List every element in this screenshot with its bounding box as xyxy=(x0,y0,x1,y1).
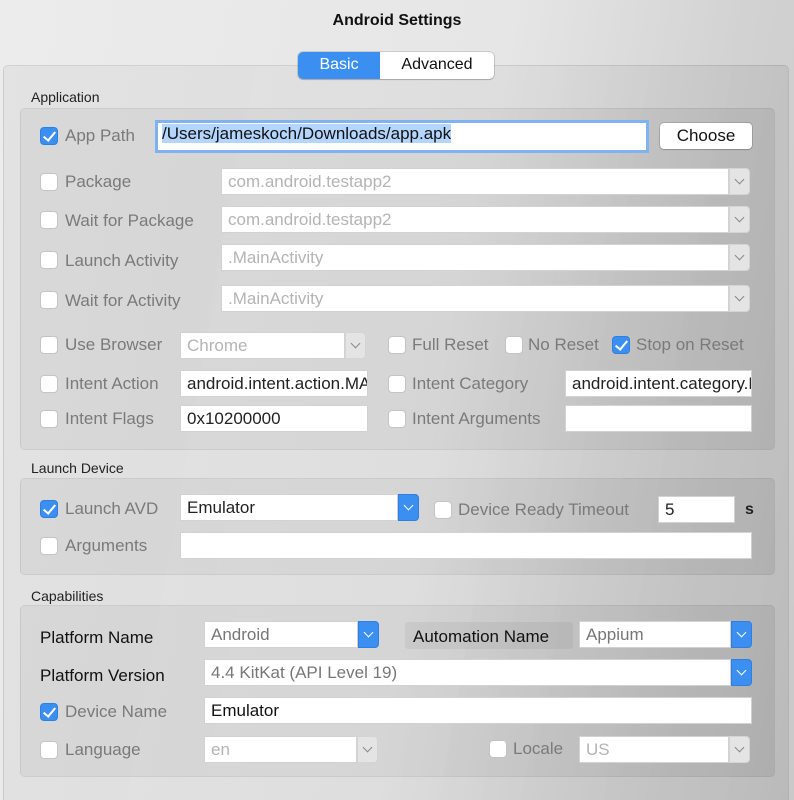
language-label: Language xyxy=(65,740,141,759)
launch-activity-combo-input[interactable]: .MainActivity xyxy=(221,244,729,271)
app-path-checkbox[interactable] xyxy=(40,127,58,145)
tab-advanced[interactable]: Advanced xyxy=(380,52,494,79)
chevron-down-icon xyxy=(350,338,361,349)
device-ready-timeout-label: Device Ready Timeout xyxy=(458,500,630,519)
package-dropdown-button[interactable] xyxy=(729,168,750,195)
platform-name-select[interactable]: Android xyxy=(204,621,358,648)
wait-for-activity-dropdown-button[interactable] xyxy=(729,285,750,312)
intent-arguments-input[interactable] xyxy=(565,405,752,432)
full-reset-label: Full Reset xyxy=(412,335,489,354)
arguments-input[interactable] xyxy=(180,532,752,559)
wait-for-package-checkbox[interactable] xyxy=(40,211,58,229)
language-combo-input[interactable]: en xyxy=(204,736,357,763)
chevron-down-icon xyxy=(734,174,745,185)
package-label: Package xyxy=(65,172,132,191)
launch-avd-checkbox[interactable] xyxy=(40,500,58,518)
package-checkbox[interactable] xyxy=(40,173,58,191)
platform-version-dropdown-button[interactable] xyxy=(731,659,752,686)
package-combo-input[interactable]: com.android.testapp2 xyxy=(221,168,729,195)
launch-activity-label: Launch Activity xyxy=(65,251,179,270)
intent-action-checkbox[interactable] xyxy=(40,375,58,393)
automation-name-label: Automation Name xyxy=(413,627,550,646)
stop-on-reset-label: Stop on Reset xyxy=(636,335,744,354)
intent-arguments-label: Intent Arguments xyxy=(412,409,541,428)
intent-category-input[interactable]: android.intent.category.LAUNCHER xyxy=(565,370,752,397)
intent-flags-input[interactable]: 0x10200000 xyxy=(180,405,368,432)
chevron-down-icon xyxy=(362,742,373,753)
locale-checkbox[interactable] xyxy=(489,740,507,758)
tab-basic[interactable]: Basic xyxy=(298,52,380,79)
launch-avd-select[interactable]: Emulator xyxy=(180,494,398,521)
chevron-down-icon xyxy=(734,250,745,261)
language-dropdown-button[interactable] xyxy=(357,736,378,763)
intent-category-label: Intent Category xyxy=(412,374,529,393)
section-label-capabilities: Capabilities xyxy=(31,588,104,604)
use-browser-dropdown-button[interactable] xyxy=(345,332,366,359)
timeout-unit-label: s xyxy=(745,501,754,518)
app-path-value: /Users/jameskoch/Downloads/app.apk xyxy=(162,124,452,143)
arguments-label: Arguments xyxy=(65,536,148,555)
window-title: Android Settings xyxy=(332,12,462,29)
device-name-label: Device Name xyxy=(65,702,168,721)
chevron-down-icon xyxy=(403,500,414,511)
chevron-down-icon xyxy=(736,627,747,638)
locale-label: Locale xyxy=(513,739,564,758)
automation-name-select[interactable]: Appium xyxy=(579,621,731,648)
device-ready-timeout-checkbox[interactable] xyxy=(434,501,452,519)
use-browser-combo-input[interactable]: Chrome xyxy=(180,332,345,359)
full-reset-checkbox[interactable] xyxy=(388,336,406,354)
wait-for-activity-combo-input[interactable]: .MainActivity xyxy=(221,285,729,312)
platform-version-select[interactable]: 4.4 KitKat (API Level 19) xyxy=(204,659,731,686)
intent-action-input[interactable]: android.intent.action.MAIN xyxy=(180,370,368,397)
no-reset-checkbox[interactable] xyxy=(505,336,523,354)
application-group xyxy=(20,108,775,450)
device-ready-timeout-input[interactable]: 5 xyxy=(658,496,735,523)
launch-device-group xyxy=(20,478,775,575)
language-checkbox[interactable] xyxy=(40,741,58,759)
app-path-label: App Path xyxy=(65,126,135,145)
locale-dropdown-button[interactable] xyxy=(729,736,750,763)
wait-for-package-combo-input[interactable]: com.android.testapp2 xyxy=(221,206,729,233)
launch-avd-label: Launch AVD xyxy=(65,499,159,518)
arguments-checkbox[interactable] xyxy=(40,537,58,555)
wait-for-package-dropdown-button[interactable] xyxy=(729,206,750,233)
chevron-down-icon xyxy=(734,291,745,302)
no-reset-label: No Reset xyxy=(528,335,599,354)
launch-activity-dropdown-button[interactable] xyxy=(729,244,750,271)
intent-flags-checkbox[interactable] xyxy=(40,410,58,428)
automation-name-dropdown-button[interactable] xyxy=(731,621,752,648)
intent-flags-label: Intent Flags xyxy=(65,409,154,428)
launch-activity-checkbox[interactable] xyxy=(40,251,58,269)
intent-action-label: Intent Action xyxy=(65,374,159,393)
platform-name-dropdown-button[interactable] xyxy=(358,621,379,648)
intent-category-checkbox[interactable] xyxy=(388,375,406,393)
chevron-down-icon xyxy=(363,627,374,638)
wait-for-package-label: Wait for Package xyxy=(65,211,194,230)
chevron-down-icon xyxy=(734,742,745,753)
platform-version-label: Platform Version xyxy=(40,666,165,685)
section-label-application: Application xyxy=(31,89,100,105)
choose-button[interactable]: Choose xyxy=(660,123,752,149)
launch-avd-dropdown-button[interactable] xyxy=(398,494,419,521)
wait-for-activity-checkbox[interactable] xyxy=(40,291,58,309)
section-label-launch-device: Launch Device xyxy=(31,460,124,476)
use-browser-label: Use Browser xyxy=(65,335,163,354)
platform-name-label: Platform Name xyxy=(40,628,154,647)
use-browser-checkbox[interactable] xyxy=(40,336,58,354)
device-name-input[interactable]: Emulator xyxy=(204,697,752,724)
chevron-down-icon xyxy=(734,212,745,223)
locale-combo-input[interactable]: US xyxy=(579,736,729,763)
app-path-input[interactable]: /Users/jameskoch/Downloads/app.apk xyxy=(155,120,649,153)
tab-bar: Basic Advanced xyxy=(298,52,494,79)
chevron-down-icon xyxy=(736,665,747,676)
intent-arguments-checkbox[interactable] xyxy=(388,410,406,428)
device-name-checkbox[interactable] xyxy=(40,703,58,721)
stop-on-reset-checkbox[interactable] xyxy=(612,336,630,354)
wait-for-activity-label: Wait for Activity xyxy=(65,291,181,310)
